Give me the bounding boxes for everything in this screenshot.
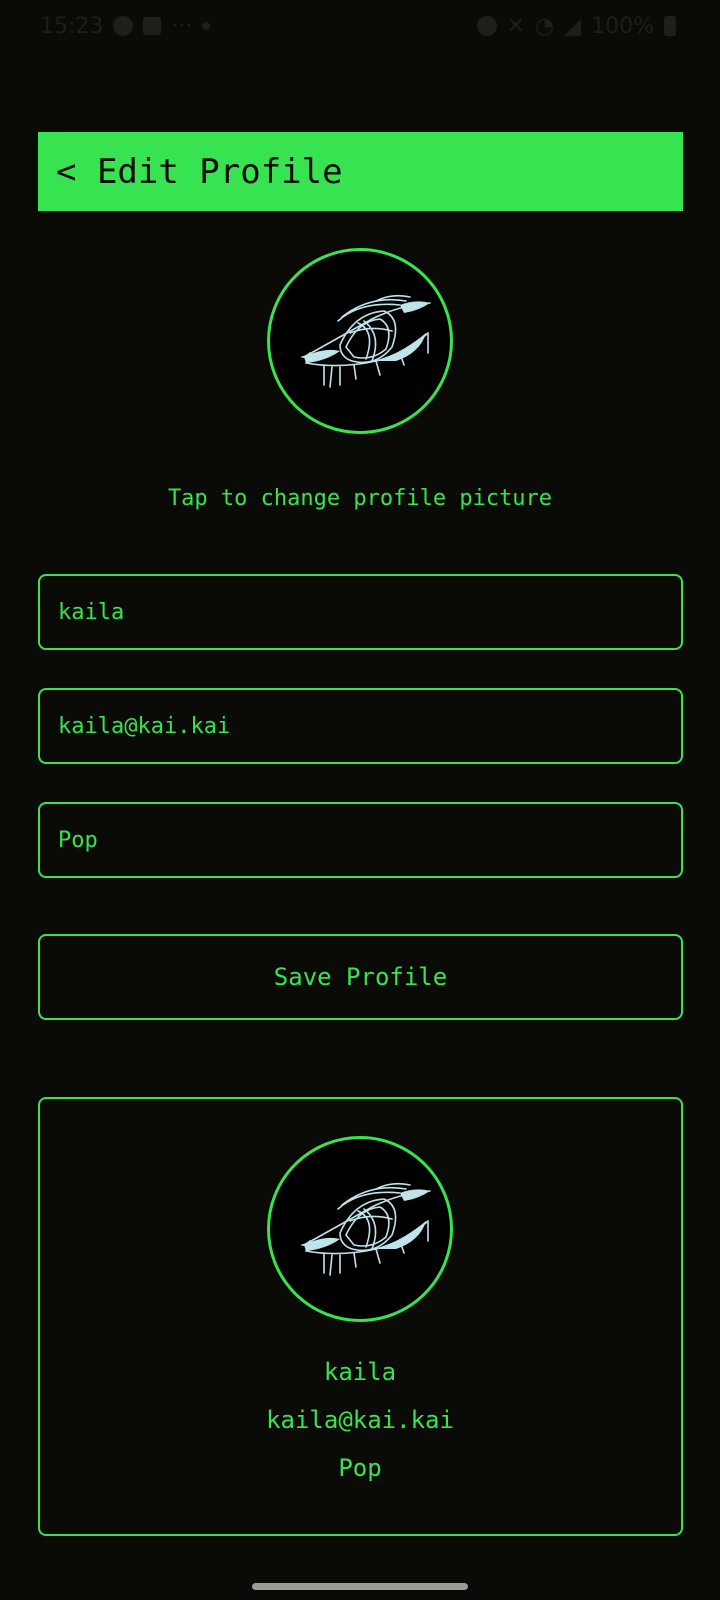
save-profile-button[interactable]: Save Profile (38, 934, 683, 1020)
battery-level: 100% (591, 13, 654, 39)
preview-genre: Pop (338, 1454, 382, 1482)
change-picture-hint[interactable]: Tap to change profile picture (0, 486, 720, 511)
sketched-eye-icon (301, 294, 431, 388)
back-title[interactable]: < Edit Profile (56, 152, 343, 192)
dot-icon (202, 22, 211, 30)
wifi-icon: ◔ (534, 13, 555, 39)
home-indicator[interactable] (252, 1583, 468, 1590)
header-bar[interactable]: < Edit Profile (38, 132, 683, 211)
edit-profile-screen: 15:23 ··· ✕ ◔ ◢ 100% < Edit Profile Tap … (0, 0, 720, 1600)
status-time: 15:23 (40, 13, 104, 39)
alarm-icon (476, 16, 497, 36)
signal-icon: ◢ (564, 13, 582, 39)
mute-icon: ✕ (506, 13, 525, 39)
sketched-eye-icon (301, 1182, 431, 1276)
name-input[interactable] (38, 574, 683, 650)
preview-avatar (267, 1136, 453, 1322)
status-bar: 15:23 ··· ✕ ◔ ◢ 100% (0, 0, 720, 52)
notification-icon (113, 16, 134, 36)
genre-input[interactable] (38, 802, 683, 878)
gallery-icon (143, 17, 162, 35)
preview-name: kaila (323, 1358, 397, 1386)
email-input[interactable] (38, 688, 683, 764)
battery-icon (664, 16, 676, 36)
status-right: ✕ ◔ ◢ 100% (476, 13, 676, 39)
status-left: 15:23 ··· (40, 13, 211, 39)
preview-email: kaila@kai.kai (266, 1406, 454, 1434)
more-notifications-icon: ··· (171, 13, 193, 39)
profile-picture-button[interactable] (267, 248, 453, 434)
